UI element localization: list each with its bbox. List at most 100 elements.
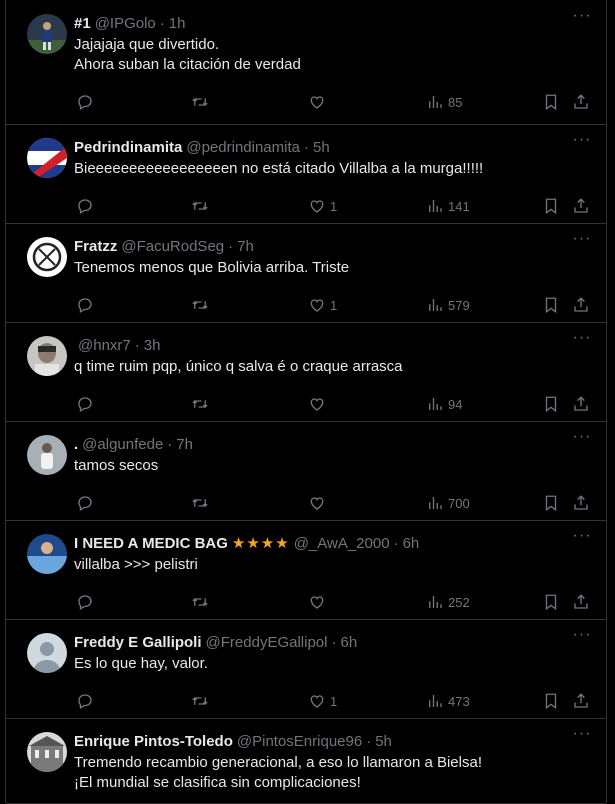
reply-button[interactable] <box>76 196 94 216</box>
views-button[interactable]: 141 <box>426 196 470 216</box>
display-name[interactable]: . <box>74 436 78 453</box>
more-icon[interactable]: ··· <box>572 726 592 748</box>
share-button[interactable] <box>572 295 590 315</box>
bookmark-button[interactable] <box>542 493 560 513</box>
views-button[interactable]: 700 <box>426 493 470 513</box>
tweet[interactable]: I NEED A MEDIC BAG ★★★★ @_AwA_2000 · 6h villa… <box>6 520 606 620</box>
display-name[interactable]: #1 <box>74 15 91 32</box>
share-button[interactable] <box>572 92 590 112</box>
share-button[interactable] <box>572 394 590 414</box>
bookmark-button[interactable] <box>542 691 560 711</box>
tweet[interactable]: Fratzz @FacuRodSeg · 7h Tenemos menos que Bo… <box>6 223 606 323</box>
user-handle[interactable]: @FreddyEGallipol <box>206 634 328 651</box>
bookmark-button[interactable] <box>542 592 560 612</box>
display-name[interactable]: Fratzz <box>74 238 117 255</box>
retweet-button[interactable] <box>191 691 209 711</box>
retweet-button[interactable] <box>191 394 209 414</box>
timestamp[interactable]: 5h <box>375 733 392 750</box>
share-button[interactable] <box>572 691 590 711</box>
tweet[interactable]: #1 @IPGolo · 1h Jajajaja que divertido. Ahor… <box>6 0 606 125</box>
avatar[interactable] <box>27 534 67 574</box>
timestamp[interactable]: 3h <box>144 337 161 354</box>
bookmark-button[interactable] <box>542 92 560 112</box>
views-button[interactable]: 94 <box>426 394 462 414</box>
reply-button[interactable] <box>76 295 94 315</box>
user-handle[interactable]: @IPGolo <box>95 15 156 32</box>
share-button[interactable] <box>572 592 590 612</box>
timestamp[interactable]: 6h <box>403 535 420 552</box>
bookmark-button[interactable] <box>542 295 560 315</box>
views-button[interactable]: 473 <box>426 691 470 711</box>
like-button[interactable]: 1 <box>308 295 337 315</box>
display-name[interactable]: I NEED A MEDIC BAG <box>74 535 228 552</box>
share-button[interactable] <box>572 196 590 216</box>
retweet-button[interactable] <box>191 493 209 513</box>
retweet-button[interactable] <box>191 196 209 216</box>
separator-dot: · <box>228 238 234 255</box>
timeline: #1 @IPGolo · 1h Jajajaja que divertido. Ahor… <box>5 0 607 804</box>
timestamp[interactable]: 7h <box>176 436 193 453</box>
more-icon[interactable]: ··· <box>572 627 592 649</box>
more-icon[interactable]: ··· <box>572 231 592 253</box>
user-handle[interactable]: @hnxr7 <box>78 337 131 354</box>
more-icon[interactable]: ··· <box>572 132 592 154</box>
display-name[interactable]: Freddy E Gallipoli <box>74 634 202 651</box>
views-icon <box>426 197 444 215</box>
timestamp[interactable]: 7h <box>237 238 254 255</box>
like-count: 1 <box>330 693 338 709</box>
reply-button[interactable] <box>76 493 94 513</box>
tweet[interactable]: . @algunfede · 7h tamos secos ··· 700 <box>6 421 606 521</box>
tweet[interactable]: Pedrindinamita @pedrindinamita · 5h Bieeeeee… <box>6 124 606 224</box>
timestamp[interactable]: 6h <box>340 634 357 651</box>
display-name[interactable]: Enrique Pintos-Toledo <box>74 733 233 750</box>
user-handle[interactable]: @PintosEnrique96 <box>237 733 362 750</box>
user-handle[interactable]: @_AwA_2000 <box>294 535 390 552</box>
action-bar: 1 473 <box>74 691 594 711</box>
reply-icon <box>76 395 94 413</box>
share-button[interactable] <box>572 493 590 513</box>
like-button[interactable]: 1 <box>308 691 337 711</box>
avatar[interactable] <box>27 237 67 277</box>
user-handle[interactable]: @pedrindinamita <box>186 139 300 156</box>
like-button[interactable] <box>308 92 330 112</box>
avatar[interactable] <box>27 336 67 376</box>
reply-button[interactable] <box>76 691 94 711</box>
reply-button[interactable] <box>76 592 94 612</box>
separator-dot: · <box>366 733 372 750</box>
more-icon[interactable]: ··· <box>572 528 592 550</box>
more-icon[interactable]: ··· <box>572 330 592 352</box>
timestamp[interactable]: 5h <box>313 139 330 156</box>
avatar[interactable] <box>27 633 67 673</box>
like-button[interactable] <box>308 592 330 612</box>
timestamp[interactable]: 1h <box>169 15 186 32</box>
avatar[interactable] <box>27 14 67 54</box>
like-button[interactable]: 1 <box>308 196 337 216</box>
bookmark-button[interactable] <box>542 196 560 216</box>
reply-button[interactable] <box>76 92 94 112</box>
reply-icon <box>76 93 94 111</box>
display-name[interactable]: Pedrindinamita <box>74 139 182 156</box>
reply-button[interactable] <box>76 394 94 414</box>
bookmark-icon <box>542 692 560 710</box>
more-icon[interactable]: ··· <box>572 429 592 451</box>
action-bar: 1 579 <box>74 295 594 315</box>
views-button[interactable]: 252 <box>426 592 470 612</box>
avatar[interactable] <box>27 732 67 772</box>
like-button[interactable] <box>308 493 330 513</box>
tweet-header: Pedrindinamita @pedrindinamita · 5h <box>74 138 594 158</box>
tweet[interactable]: Enrique Pintos-Toledo @PintosEnrique96 · 5h… <box>6 718 606 804</box>
user-handle[interactable]: @FacuRodSeg <box>121 238 224 255</box>
tweet[interactable]: Freddy E Gallipoli @FreddyEGallipol · 6h Es … <box>6 619 606 719</box>
avatar[interactable] <box>27 435 67 475</box>
avatar[interactable] <box>27 138 67 178</box>
retweet-button[interactable] <box>191 592 209 612</box>
bookmark-button[interactable] <box>542 394 560 414</box>
retweet-button[interactable] <box>191 295 209 315</box>
retweet-button[interactable] <box>191 92 209 112</box>
more-icon[interactable]: ··· <box>572 8 592 30</box>
views-button[interactable]: 579 <box>426 295 470 315</box>
tweet[interactable]: @hnxr7 · 3h q time ruim pqp, único q salva … <box>6 322 606 422</box>
like-button[interactable] <box>308 394 330 414</box>
user-handle[interactable]: @algunfede <box>82 436 163 453</box>
views-button[interactable]: 85 <box>426 92 462 112</box>
